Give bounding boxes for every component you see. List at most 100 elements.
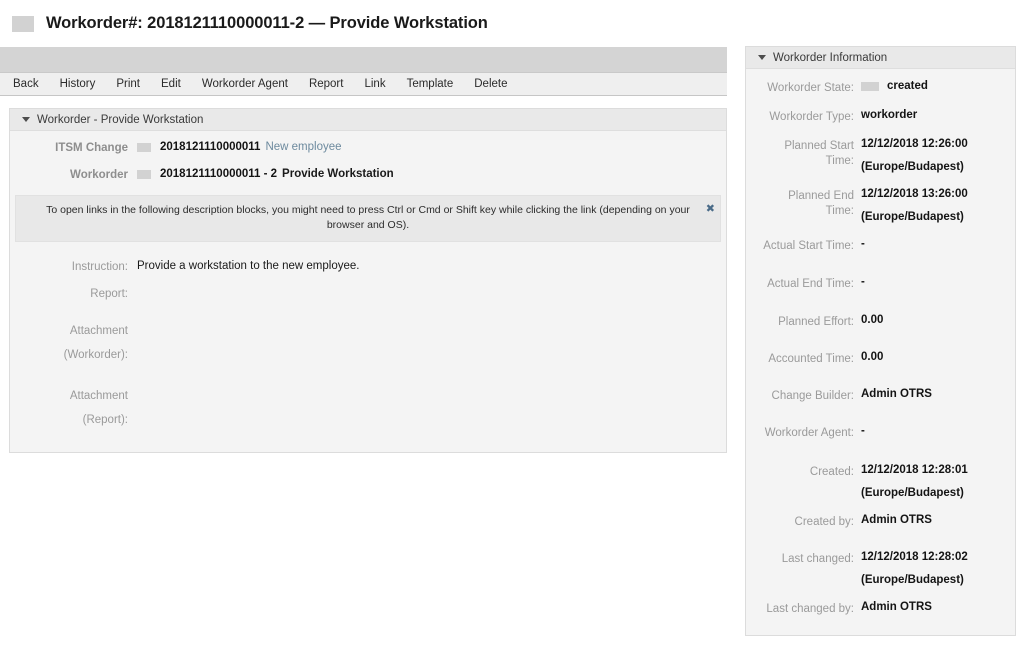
broken-image-icon	[137, 142, 151, 152]
attachment-workorder-label: Attachment (Workorder):	[10, 318, 128, 367]
last-changed-by-value: Admin OTRS	[861, 601, 932, 613]
chevron-down-icon[interactable]	[758, 55, 766, 60]
planned-start-label-line2: Time:	[825, 155, 854, 167]
attachment-workorder-label-line2: (Workorder):	[63, 349, 128, 361]
created-by-label: Created by:	[794, 516, 854, 528]
workorder-state-value-wrap: created	[854, 79, 928, 94]
toolbar-item-delete[interactable]: Delete	[474, 78, 507, 90]
instruction-label: Instruction:	[71, 261, 128, 273]
workorder-agent-value: -	[861, 425, 865, 437]
workorder-state-row: Workorder State: created	[746, 79, 1015, 96]
created-timezone: (Europe/Budapest)	[861, 487, 964, 499]
planned-effort-row: Planned Effort: 0.00	[746, 313, 1015, 330]
instruction-value: Provide a workstation to the new employe…	[137, 260, 360, 272]
workorder-widget-body: ITSM Change 2018121110000011 New employe…	[10, 131, 726, 452]
last-changed-timezone: (Europe/Budapest)	[861, 574, 964, 586]
report-label: Report:	[90, 288, 128, 300]
planned-start-row: Planned Start Time: 12/12/2018 12:26:00 …	[746, 137, 1015, 175]
change-builder-row: Change Builder: Admin OTRS	[746, 387, 1015, 404]
actual-end-value: -	[861, 276, 865, 288]
workorder-widget-title: Workorder - Provide Workstation	[37, 113, 204, 126]
workorder-widget-header[interactable]: Workorder - Provide Workstation	[10, 109, 726, 131]
toolbar-item-link[interactable]: Link	[364, 78, 385, 90]
planned-end-value: 12/12/2018 13:26:00	[861, 188, 968, 200]
toolbar-menu: Back History Print Edit Workorder Agent …	[0, 73, 727, 95]
planned-end-label-line1: Planned End	[788, 190, 854, 202]
change-builder-label: Change Builder:	[771, 390, 854, 402]
toolbar: Back History Print Edit Workorder Agent …	[0, 47, 727, 96]
itsm-change-link[interactable]: New employee	[265, 141, 341, 153]
workorder-state-label: Workorder State:	[767, 82, 854, 94]
planned-end-label-line2: Time:	[825, 205, 854, 217]
created-value-wrap: 12/12/2018 12:28:01 (Europe/Budapest)	[854, 463, 968, 501]
workorder-type-value: workorder	[861, 109, 918, 121]
workorder-information-header[interactable]: Workorder Information	[746, 47, 1015, 69]
page-title: Workorder#: 2018121110000011-2 — Provide…	[46, 14, 488, 32]
itsm-change-id: 2018121110000011	[160, 141, 261, 153]
itsm-change-row: ITSM Change 2018121110000011 New employe…	[10, 141, 726, 154]
workorder-agent-label: Workorder Agent:	[764, 427, 854, 439]
workorder-row: Workorder 2018121110000011 - 2 Provide W…	[10, 168, 726, 181]
workorder-label: Workorder	[70, 169, 128, 181]
last-changed-by-row: Last changed by: Admin OTRS	[746, 600, 1015, 617]
workorder-widget: Workorder - Provide Workstation ITSM Cha…	[9, 108, 727, 453]
planned-start-timezone: (Europe/Budapest)	[861, 161, 964, 173]
toolbar-item-report[interactable]: Report	[309, 78, 344, 90]
change-builder-value: Admin OTRS	[861, 388, 932, 400]
toolbar-item-workorder-agent[interactable]: Workorder Agent	[202, 78, 288, 90]
created-value: 12/12/2018 12:28:01	[861, 464, 968, 476]
toolbar-item-template[interactable]: Template	[407, 78, 454, 90]
toolbar-item-back[interactable]: Back	[13, 78, 39, 90]
workorder-id: 2018121110000011 - 2	[160, 168, 278, 180]
toolbar-item-edit[interactable]: Edit	[161, 78, 181, 90]
actual-end-row: Actual End Time: -	[746, 275, 1015, 292]
itsm-change-label: ITSM Change	[55, 142, 128, 154]
attachment-report-label-line1: Attachment	[69, 390, 128, 402]
attachment-report-label: Attachment (Report):	[10, 383, 128, 432]
planned-start-value: 12/12/2018 12:26:00	[861, 138, 968, 150]
planned-end-row: Planned End Time: 12/12/2018 13:26:00 (E…	[746, 187, 1015, 225]
planned-end-value-wrap: 12/12/2018 13:26:00 (Europe/Budapest)	[854, 187, 968, 225]
planned-start-label: Planned Start Time:	[746, 137, 854, 169]
broken-image-icon	[12, 15, 34, 32]
planned-end-timezone: (Europe/Budapest)	[861, 211, 964, 223]
attachment-workorder-label-line1: Attachment	[69, 325, 128, 337]
actual-start-row: Actual Start Time: -	[746, 237, 1015, 254]
itsm-change-value: 2018121110000011 New employee	[128, 141, 342, 153]
last-changed-value-wrap: 12/12/2018 12:28:02 (Europe/Budapest)	[854, 550, 968, 588]
created-by-value: Admin OTRS	[861, 514, 932, 526]
workorder-name: Provide Workstation	[282, 168, 394, 180]
workorder-information-title: Workorder Information	[773, 51, 888, 64]
planned-effort-value: 0.00	[861, 314, 884, 326]
close-icon[interactable]: ✖	[706, 204, 715, 215]
toolbar-item-history[interactable]: History	[60, 78, 96, 90]
accounted-time-value: 0.00	[861, 351, 884, 363]
instruction-row: Instruction: Provide a workstation to th…	[10, 260, 726, 273]
toolbar-item-print[interactable]: Print	[116, 78, 140, 90]
workorder-information-widget: Workorder Information Workorder State: c…	[745, 46, 1016, 636]
workorder-state-value: created	[887, 80, 928, 92]
toolbar-strip	[0, 47, 727, 73]
page-title-bar: Workorder#: 2018121110000011-2 — Provide…	[0, 0, 1025, 47]
last-changed-label: Last changed:	[781, 553, 854, 565]
attachment-report-label-line2: (Report):	[82, 414, 128, 426]
notice-text: To open links in the following descripti…	[46, 204, 690, 231]
created-label: Created:	[809, 466, 854, 478]
report-row: Report:	[10, 287, 726, 300]
attachment-workorder-row: Attachment (Workorder):	[10, 318, 726, 367]
last-changed-by-label: Last changed by:	[766, 603, 854, 615]
attachment-report-row: Attachment (Report):	[10, 383, 726, 432]
planned-start-value-wrap: 12/12/2018 12:26:00 (Europe/Budapest)	[854, 137, 968, 175]
planned-effort-label: Planned Effort:	[778, 316, 854, 328]
planned-end-label: Planned End Time:	[746, 187, 854, 219]
chevron-down-icon[interactable]	[22, 117, 30, 122]
workorder-agent-row: Workorder Agent: -	[746, 424, 1015, 441]
last-changed-value: 12/12/2018 12:28:02	[861, 551, 968, 563]
last-changed-row: Last changed: 12/12/2018 12:28:02 (Europ…	[746, 550, 1015, 588]
workorder-type-label: Workorder Type:	[769, 111, 854, 123]
accounted-time-row: Accounted Time: 0.00	[746, 350, 1015, 367]
broken-image-icon	[861, 82, 879, 91]
accounted-time-label: Accounted Time:	[768, 353, 854, 365]
actual-end-label: Actual End Time:	[767, 278, 854, 290]
workorder-type-row: Workorder Type: workorder	[746, 108, 1015, 125]
